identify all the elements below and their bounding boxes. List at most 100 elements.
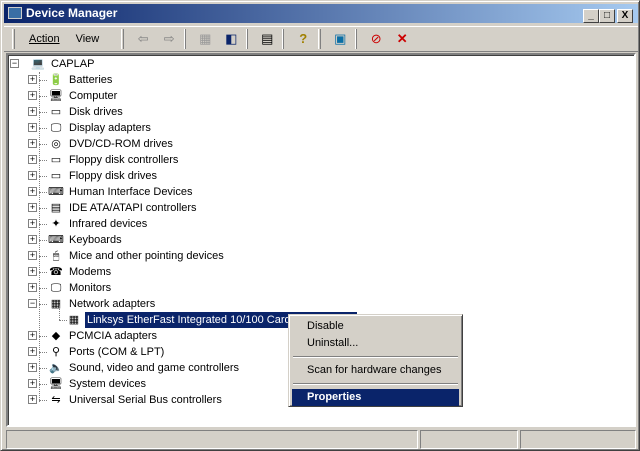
tree-line [39, 128, 47, 129]
tree-item[interactable]: ⇋ Universal Serial Bus controllers [48, 392, 224, 408]
device-icon: ▭ [50, 154, 62, 166]
collapse-toggle[interactable]: − [10, 59, 19, 68]
menu-view[interactable]: View [68, 33, 108, 45]
toolbar: Action View ⇦ ⇨ ▦ ◧ ▤ ? ▣ ⊘ ✕ [4, 26, 638, 52]
tree-item[interactable]: ⌨ Human Interface Devices [48, 184, 195, 200]
device-icon: 🔋 [49, 74, 63, 86]
up-icon[interactable]: ▦ [197, 31, 213, 47]
expand-toggle[interactable]: + [28, 203, 37, 212]
context-menu: Disable Uninstall... Scan for hardware c… [288, 314, 463, 407]
tree-item[interactable]: 🔈 Sound, video and game controllers [48, 360, 241, 376]
tree-item-label: DVD/CD-ROM drives [69, 138, 173, 150]
expand-toggle[interactable]: + [28, 283, 37, 292]
expand-toggle[interactable]: + [28, 395, 37, 404]
scan-icon[interactable]: ▣ [332, 31, 348, 47]
tree-item[interactable]: ▦ Network adapters [48, 296, 157, 312]
tree-item-label: Infrared devices [69, 218, 148, 230]
tree-item-label: Floppy disk drives [69, 170, 158, 182]
properties-icon[interactable]: ▤ [259, 31, 275, 47]
forward-icon[interactable]: ⇨ [161, 31, 177, 47]
tree-line [39, 272, 47, 273]
menu-item-scan[interactable]: Scan for hardware changes [292, 362, 459, 379]
expand-toggle[interactable]: + [28, 75, 37, 84]
tree-item[interactable]: ▭ Floppy disk controllers [48, 152, 180, 168]
minimize-button[interactable]: _ [583, 9, 599, 23]
tree-line [39, 288, 47, 289]
device-icon: ▭ [50, 106, 62, 118]
device-icon: 🖥 [49, 378, 63, 390]
tree-item[interactable]: ▭ Disk drives [48, 104, 125, 120]
expand-toggle[interactable]: + [28, 347, 37, 356]
tree-item-label: Human Interface Devices [69, 186, 193, 198]
expand-toggle[interactable]: + [28, 363, 37, 372]
tree-line [39, 144, 47, 145]
tree-item-label: Disk drives [69, 106, 123, 118]
tree-root-caplap[interactable]: 💻 CAPLAP [30, 56, 96, 72]
tree-item[interactable]: ⚲ Ports (COM & LPT) [48, 344, 166, 360]
back-icon[interactable]: ⇦ [135, 31, 151, 47]
tree-line [39, 240, 47, 241]
tree-item[interactable]: ◎ DVD/CD-ROM drives [48, 136, 175, 152]
expand-toggle[interactable]: + [28, 107, 37, 116]
separator [246, 29, 249, 49]
expand-toggle[interactable]: + [28, 187, 37, 196]
expand-toggle[interactable]: + [28, 219, 37, 228]
close-button[interactable]: X [617, 9, 633, 23]
expand-toggle[interactable]: + [28, 251, 37, 260]
tree-item-label: Sound, video and game controllers [69, 362, 239, 374]
uninstall-icon[interactable]: ✕ [394, 31, 410, 47]
expand-toggle[interactable]: + [28, 171, 37, 180]
show-hide-icon[interactable]: ◧ [223, 31, 239, 47]
title-bar[interactable]: Device Manager _ □ X [4, 4, 638, 23]
tree-line [39, 304, 47, 305]
tree-item-label: Modems [69, 266, 112, 278]
tree-item[interactable]: ⌨ Keyboards [48, 232, 124, 248]
tree-item[interactable]: ◆ PCMCIA adapters [48, 328, 159, 344]
tree-item-label: Network adapters [69, 298, 156, 310]
tree-line [39, 400, 47, 401]
tree-line [39, 368, 47, 369]
tree-line [59, 306, 60, 320]
tree-item[interactable]: 🖵 Display adapters [48, 120, 153, 136]
expand-toggle[interactable]: + [28, 379, 37, 388]
expand-toggle[interactable]: + [28, 123, 37, 132]
maximize-button[interactable]: □ [599, 9, 615, 23]
expand-toggle[interactable]: + [28, 91, 37, 100]
menu-separator [293, 356, 458, 358]
tree-item[interactable]: ▭ Floppy disk drives [48, 168, 159, 184]
tree-item[interactable]: 🔋 Batteries [48, 72, 114, 88]
expand-toggle[interactable]: + [28, 235, 37, 244]
tree-line [39, 80, 47, 81]
menu-item-properties[interactable]: Properties [292, 389, 459, 406]
status-pane-main [6, 430, 418, 449]
help-icon[interactable]: ? [295, 31, 311, 47]
tree-item-label: System devices [69, 378, 147, 390]
tree-item[interactable]: ☎ Modems [48, 264, 113, 280]
tree-item-label: Computer [69, 90, 118, 102]
menu-item-disable[interactable]: Disable [292, 318, 459, 335]
expand-toggle[interactable]: + [28, 139, 37, 148]
tree-item[interactable]: 🖵 Monitors [48, 280, 113, 296]
device-icon: 🖥 [49, 90, 63, 102]
toolbar-grip[interactable] [121, 29, 125, 49]
tree-line [39, 256, 47, 257]
tree-item[interactable]: ✦ Infrared devices [48, 216, 149, 232]
separator [318, 29, 322, 49]
collapse-toggle[interactable]: − [28, 299, 37, 308]
expand-toggle[interactable]: + [28, 155, 37, 164]
device-icon: ✦ [51, 218, 61, 230]
tree-item[interactable]: ▤ IDE ATA/ATAPI controllers [48, 200, 199, 216]
toolbar-grip[interactable] [12, 29, 15, 49]
menu-action[interactable]: Action [21, 33, 68, 45]
expand-toggle[interactable]: + [28, 331, 37, 340]
expand-toggle[interactable]: + [28, 267, 37, 276]
device-icon: ⚲ [51, 346, 61, 358]
tree-item[interactable]: 🖥 Computer [48, 88, 119, 104]
tree-item[interactable]: 🖥 System devices [48, 376, 148, 392]
tree-line [39, 352, 47, 353]
disable-icon[interactable]: ⊘ [368, 31, 384, 47]
menu-item-uninstall[interactable]: Uninstall... [292, 335, 459, 352]
tree-item[interactable]: 🖱 Mice and other pointing devices [48, 248, 226, 264]
tree-item-label: Monitors [69, 282, 112, 294]
tree-line [39, 336, 47, 337]
